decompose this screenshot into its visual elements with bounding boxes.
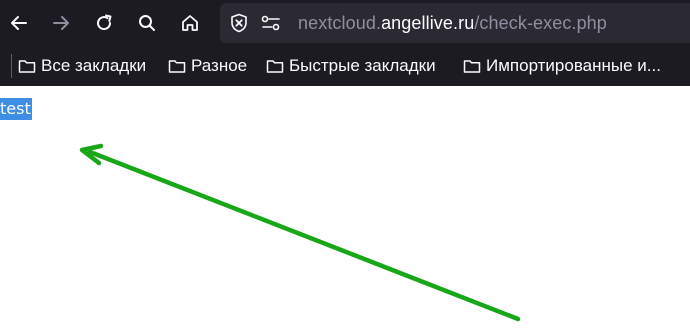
url-domain: angellive.ru (381, 13, 475, 33)
folder-icon (266, 58, 284, 74)
bookmarks-separator (11, 54, 12, 78)
bookmark-folder-quick[interactable]: Быстрые закладки (266, 54, 436, 78)
search-icon (137, 13, 157, 33)
reload-button[interactable] (87, 6, 121, 40)
bookmark-label: Импортированные и... (486, 56, 661, 75)
selected-text[interactable]: test (0, 98, 32, 120)
back-button[interactable] (2, 6, 36, 40)
browser-chrome: nextcloud.angellive.ru/check-exec.php Вс… (0, 0, 690, 86)
back-arrow-icon (9, 13, 29, 33)
page-content: test (0, 86, 690, 333)
search-button[interactable] (130, 6, 164, 40)
bookmark-folder-misc[interactable]: Разное (168, 54, 247, 78)
bookmarks-toolbar: Все закладки Разное Быстрые закладки Имп… (0, 46, 690, 86)
bookmark-label: Быстрые закладки (289, 56, 436, 75)
folder-icon (18, 58, 36, 74)
home-icon (180, 13, 200, 33)
forward-arrow-icon (51, 13, 71, 33)
permissions-icon[interactable] (260, 12, 282, 34)
folder-icon (168, 58, 186, 74)
folder-icon (463, 58, 481, 74)
bookmark-folder-imported[interactable]: Импортированные и... (463, 54, 661, 78)
url-subdomain: nextcloud. (298, 13, 382, 33)
bookmark-label: Разное (191, 56, 248, 75)
url-path: /check-exec.php (474, 13, 607, 33)
reload-icon (94, 13, 114, 33)
home-button[interactable] (173, 6, 207, 40)
bookmark-folder-all[interactable]: Все закладки (18, 54, 146, 78)
forward-button[interactable] (44, 6, 78, 40)
navigation-toolbar: nextcloud.angellive.ru/check-exec.php (0, 0, 690, 46)
shield-blocked-icon[interactable] (228, 12, 250, 34)
url-text[interactable]: nextcloud.angellive.ru/check-exec.php (298, 11, 607, 35)
bookmark-label: Все закладки (41, 56, 147, 75)
url-bar[interactable]: nextcloud.angellive.ru/check-exec.php (220, 3, 690, 43)
